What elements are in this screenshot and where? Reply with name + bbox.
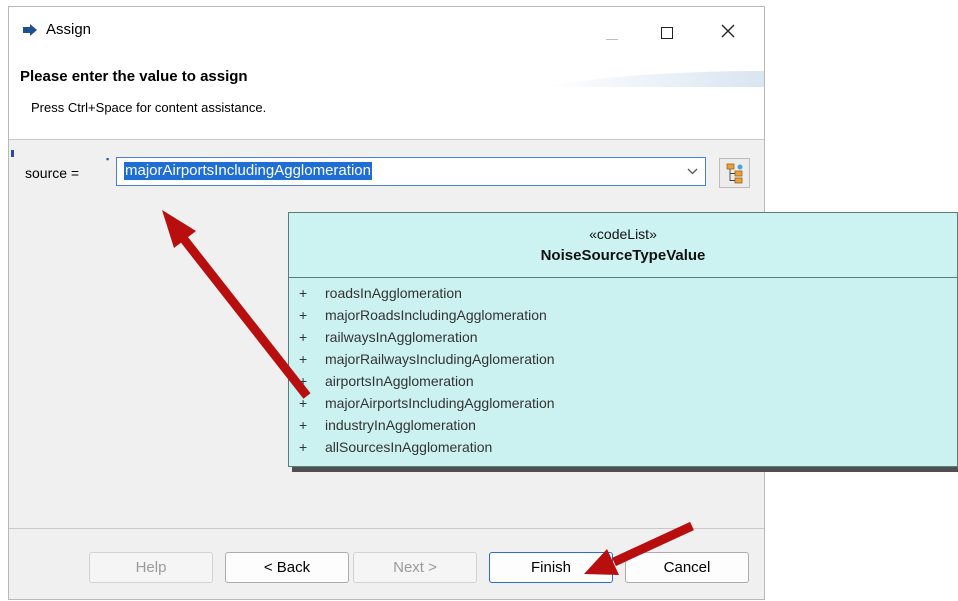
hierarchy-icon xyxy=(726,163,743,184)
visibility-marker: + xyxy=(299,329,308,345)
title-bar: Assign xyxy=(9,7,764,53)
minimize-button[interactable] xyxy=(589,17,635,45)
visibility-marker: + xyxy=(299,395,308,411)
uml-class-header: «codeList» NoiseSourceTypeValue xyxy=(289,213,957,278)
visibility-marker: + xyxy=(299,439,308,455)
source-value-text[interactable]: majorAirportsIncludingAgglomeration xyxy=(124,162,372,180)
uml-value: + allSourcesInAgglomeration xyxy=(289,437,957,459)
finish-button[interactable]: Finish xyxy=(489,552,613,583)
footer-separator xyxy=(9,528,764,529)
help-button[interactable]: Help xyxy=(89,552,213,583)
content-assist-button[interactable] xyxy=(719,158,750,188)
uml-codelist-class: «codeList» NoiseSourceTypeValue + roadsIn… xyxy=(288,212,958,467)
visibility-marker: + xyxy=(299,417,308,433)
field-decorator-icon: ▪ xyxy=(106,154,110,164)
uml-stereotype: «codeList» xyxy=(589,226,657,242)
uml-attribute-list: + roadsInAgglomeration + majorRoadsIncludi… xyxy=(289,283,957,459)
window-title: Assign xyxy=(46,21,92,38)
uml-value: + railwaysInAgglomeration xyxy=(289,327,957,349)
uml-value-label: airportsInAgglomeration xyxy=(325,373,474,389)
wizard-header: Please enter the value to assign Press C… xyxy=(9,53,764,140)
visibility-marker: + xyxy=(299,307,308,323)
uml-class-name: NoiseSourceTypeValue xyxy=(540,247,706,264)
uml-value: + airportsInAgglomeration xyxy=(289,371,957,393)
page-title: Please enter the value to assign xyxy=(20,68,248,85)
back-button[interactable]: < Back xyxy=(225,552,349,583)
uml-value: + majorRailwaysIncludingAglomeration xyxy=(289,349,957,371)
uml-value-label: railwaysInAgglomeration xyxy=(325,329,478,345)
uml-value-label: industryInAgglomeration xyxy=(325,417,476,433)
uml-value: + roadsInAgglomeration xyxy=(289,283,957,305)
visibility-marker: + xyxy=(299,285,308,301)
uml-value-label: majorAirportsIncludingAgglomeration xyxy=(325,395,555,411)
close-button[interactable] xyxy=(705,17,751,45)
source-value-combo[interactable]: majorAirportsIncludingAgglomeration xyxy=(116,157,706,186)
cancel-button[interactable]: Cancel xyxy=(625,552,749,583)
close-icon xyxy=(721,24,735,38)
uml-value-label: allSourcesInAgglomeration xyxy=(325,439,493,455)
uml-value: + majorAirportsIncludingAgglomeration xyxy=(289,393,957,415)
chevron-down-icon[interactable] xyxy=(687,168,698,175)
uml-value-label: roadsInAgglomeration xyxy=(325,285,462,301)
maximize-button[interactable] xyxy=(645,17,691,45)
source-field-label: source = xyxy=(25,165,80,181)
uml-value: + industryInAgglomeration xyxy=(289,415,957,437)
next-button[interactable]: Next > xyxy=(353,552,477,583)
uml-value: + majorRoadsIncludingAgglomeration xyxy=(289,305,957,327)
uml-value-label: majorRailwaysIncludingAglomeration xyxy=(325,351,555,367)
required-marker xyxy=(11,150,14,157)
page-description: Press Ctrl+Space for content assistance. xyxy=(31,100,267,115)
visibility-marker: + xyxy=(299,373,308,389)
uml-value-label: majorRoadsIncludingAgglomeration xyxy=(325,307,547,323)
wizard-arrow-icon xyxy=(23,24,37,36)
visibility-marker: + xyxy=(299,351,308,367)
header-banner-graphic xyxy=(544,71,764,87)
